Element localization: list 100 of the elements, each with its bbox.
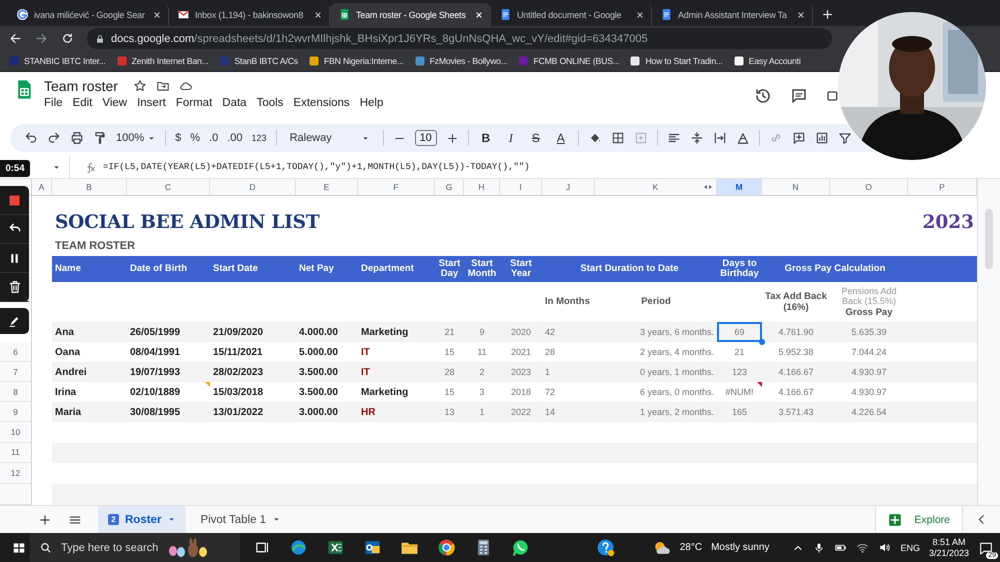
font-dropdown[interactable]: Raleway	[286, 132, 374, 144]
clock-time[interactable]: 8:51 AM	[932, 536, 966, 548]
add-comment-icon[interactable]	[792, 131, 806, 145]
selected-cell[interactable]: 69	[717, 322, 762, 342]
bookmark[interactable]: STANBIC IBTC Inter...	[8, 55, 106, 67]
column-header[interactable]: F	[358, 179, 435, 195]
stop-icon[interactable]	[7, 192, 22, 208]
column-header[interactable]: C	[127, 179, 210, 195]
column-header[interactable]: E	[296, 179, 358, 195]
folder-icon[interactable]	[156, 79, 170, 93]
bookmark[interactable]: FzMovies - Bollywo...	[414, 55, 508, 67]
column-header[interactable]: H	[464, 179, 500, 195]
history-icon[interactable]	[754, 87, 772, 105]
column-header[interactable]: G	[435, 179, 464, 195]
percent-button[interactable]: %	[190, 132, 200, 144]
bookmark[interactable]: FBN Nigeria:Interne...	[308, 55, 404, 67]
table-cell[interactable]: #NUM!	[717, 382, 762, 402]
vertical-scrollbar[interactable]	[977, 179, 1000, 505]
plus-icon[interactable]	[446, 132, 459, 144]
close-icon[interactable]	[313, 10, 323, 20]
document-title[interactable]: Team roster	[44, 78, 118, 94]
text-color-button[interactable]: A	[552, 131, 569, 145]
number-format-button[interactable]: 123	[252, 133, 267, 143]
column-header[interactable]: J	[542, 179, 595, 195]
bold-button[interactable]: B	[478, 131, 494, 145]
italic-button[interactable]: I	[502, 130, 519, 146]
menu-item[interactable]: Help	[360, 97, 384, 109]
close-icon[interactable]	[635, 10, 645, 20]
column-header[interactable]: D	[210, 179, 296, 195]
volume-icon[interactable]	[878, 541, 892, 554]
merge-cells-icon[interactable]	[634, 131, 648, 145]
bookmark[interactable]: Easy Accounti	[732, 55, 801, 67]
column-header[interactable]: N	[762, 179, 830, 195]
paint-format-icon[interactable]	[93, 131, 107, 145]
row-number[interactable]: 8	[0, 382, 32, 402]
microphone-icon[interactable]	[813, 542, 826, 554]
bookmark[interactable]: How to Start Tradin...	[629, 55, 723, 67]
align-left-icon[interactable]	[666, 131, 681, 145]
row-number[interactable]: 11	[0, 442, 32, 464]
print-icon[interactable]	[70, 131, 84, 145]
decrease-decimals-button[interactable]: .0	[209, 132, 218, 144]
menu-item[interactable]: Insert	[137, 97, 166, 109]
vertical-align-icon[interactable]	[690, 131, 704, 145]
mail-app-icon[interactable]	[363, 538, 382, 557]
menu-item[interactable]: Data	[222, 97, 247, 109]
close-icon[interactable]	[796, 10, 806, 20]
browser-tab[interactable]: Team roster - Google Sheets	[330, 3, 491, 26]
bookmark[interactable]: FCMB ONLINE (BUS...	[517, 55, 620, 67]
column-header[interactable]: O	[830, 179, 908, 195]
chrome-icon[interactable]	[437, 538, 456, 557]
row-number[interactable]: 9	[0, 402, 32, 422]
column-header[interactable]: M	[717, 179, 762, 195]
edge-icon[interactable]	[289, 538, 308, 557]
explore-button[interactable]: Explore	[875, 506, 963, 533]
undo-icon[interactable]	[24, 131, 38, 145]
menu-item[interactable]: Format	[176, 97, 212, 109]
bookmark[interactable]: Zenith Internet Ban...	[116, 55, 208, 67]
chart-icon[interactable]	[814, 131, 829, 145]
whatsapp-icon[interactable]	[511, 538, 530, 557]
spreadsheet-app-icon[interactable]	[326, 538, 345, 557]
add-sheet-icon[interactable]	[38, 512, 52, 526]
menu-item[interactable]: Extensions	[293, 97, 350, 109]
row-number[interactable]: 7	[0, 362, 32, 382]
plus-icon[interactable]	[821, 8, 834, 21]
table-cell[interactable]: 21	[717, 342, 762, 362]
row-number[interactable]: 12	[0, 463, 32, 484]
reload-icon[interactable]	[61, 32, 74, 45]
column-header[interactable]: A	[32, 179, 52, 195]
table-cell[interactable]: 165	[717, 402, 762, 422]
comment-icon[interactable]	[790, 87, 808, 105]
trash-icon[interactable]	[8, 280, 22, 294]
language-indicator[interactable]: ENG	[900, 542, 920, 552]
row-number[interactable]: 6	[0, 342, 32, 362]
borders-icon[interactable]	[610, 131, 625, 145]
close-icon[interactable]	[474, 10, 484, 20]
menu-item[interactable]: Tools	[256, 97, 284, 109]
column-header[interactable]: I	[500, 179, 542, 195]
formula-field[interactable]: =IF(L5,DATE(YEAR(L5)+DATEDIF(L5+1,TODAY(),"y")+1,MONTH(L5),DAY(L5))-TODAY(),"")	[103, 162, 530, 172]
close-icon[interactable]	[152, 10, 162, 20]
column-header[interactable]: B	[52, 179, 127, 195]
currency-button[interactable]: $	[175, 132, 182, 144]
back-icon[interactable]	[9, 32, 22, 45]
menu-item[interactable]: View	[102, 97, 128, 109]
help-icon[interactable]	[596, 538, 615, 557]
sheet-tab[interactable]: Pivot Table 1	[190, 506, 292, 533]
clock-date[interactable]: 3/21/2023	[928, 548, 969, 558]
menu-item[interactable]: Edit	[72, 97, 92, 109]
wifi-icon[interactable]	[856, 541, 870, 554]
pen-button[interactable]	[0, 308, 29, 334]
increase-decimals-button[interactable]: .00	[227, 132, 243, 144]
redo-icon[interactable]	[47, 131, 61, 145]
table-cell[interactable]: 123	[717, 362, 762, 382]
menu-item[interactable]: File	[44, 97, 63, 109]
sheet-tab[interactable]: 2 Roster	[98, 506, 186, 533]
strikethrough-button[interactable]: S	[528, 131, 544, 145]
text-wrap-icon[interactable]	[712, 131, 727, 145]
filter-icon[interactable]	[838, 131, 852, 145]
star-icon[interactable]	[132, 79, 147, 93]
forward-icon[interactable]	[35, 32, 48, 45]
text-rotation-icon[interactable]	[736, 131, 750, 145]
